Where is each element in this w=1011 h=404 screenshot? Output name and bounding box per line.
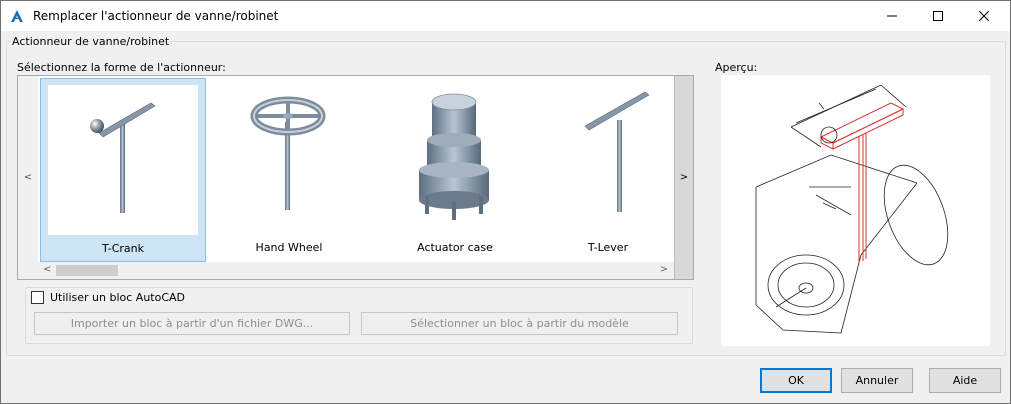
preview-image	[721, 75, 990, 346]
t-crank-thumbnail	[48, 85, 198, 235]
t-lever-label: T-Lever	[587, 241, 629, 254]
hand-wheel-label: Hand Wheel	[255, 241, 323, 254]
preview-label: Aperçu:	[715, 61, 758, 74]
window-title: Remplacer l'actionneur de vanne/robinet	[33, 9, 279, 23]
cancel-button[interactable]: Annuler	[841, 368, 913, 393]
select-shape-label: Sélectionnez la forme de l'actionneur:	[17, 61, 226, 74]
gallery-prev-button[interactable]: <	[18, 76, 38, 279]
dialog-window: Remplacer l'actionneur de vanne/robinet …	[0, 0, 1011, 404]
gallery-item-hand-wheel[interactable]: Hand Wheel	[206, 78, 372, 262]
group-label: Actionneur de vanne/robinet	[11, 35, 171, 48]
autocad-a-icon	[9, 8, 25, 24]
actuator-gallery: < T-Crank Hand Wheel Actuator case T-Lev…	[17, 75, 694, 280]
maximize-button[interactable]	[915, 1, 961, 31]
hand-wheel-thumbnail	[213, 84, 363, 234]
use-autocad-block-checkbox[interactable]	[31, 291, 44, 304]
chevron-left-icon: <	[23, 172, 33, 183]
t-crank-label: T-Crank	[102, 242, 144, 255]
actuator-case-label: Actuator case	[417, 241, 493, 254]
title-bar[interactable]: Remplacer l'actionneur de vanne/robinet	[1, 1, 1010, 31]
gallery-item-t-crank[interactable]: T-Crank	[40, 78, 206, 262]
gallery-item-actuator-case[interactable]: Actuator case	[372, 78, 538, 262]
t-lever-thumbnail	[545, 84, 673, 234]
horizontal-scrollbar[interactable]: < >	[38, 262, 674, 279]
close-button[interactable]	[961, 1, 1007, 31]
close-icon	[979, 11, 989, 21]
ok-button[interactable]: OK	[760, 368, 832, 393]
scrollbar-thumb[interactable]	[56, 265, 118, 276]
scroll-right-icon[interactable]: >	[660, 264, 668, 275]
scroll-left-icon[interactable]: <	[43, 264, 51, 275]
use-autocad-block-option[interactable]: Utiliser un bloc AutoCAD	[31, 291, 185, 304]
select-model-block-button[interactable]: Sélectionner un bloc à partir du modèle	[361, 312, 678, 335]
import-dwg-block-button[interactable]: Importer un bloc à partir d'un fichier D…	[34, 312, 350, 335]
gallery-next-button[interactable]: >	[674, 76, 693, 279]
minimize-button[interactable]	[869, 1, 915, 31]
minimize-icon	[887, 15, 897, 17]
help-button[interactable]: Aide	[929, 368, 1001, 393]
use-autocad-block-label: Utiliser un bloc AutoCAD	[50, 291, 186, 304]
gallery-item-t-lever[interactable]: T-Lever	[538, 78, 678, 262]
chevron-right-icon: >	[679, 172, 689, 183]
actuator-case-thumbnail	[379, 84, 529, 234]
maximize-icon	[933, 11, 943, 21]
